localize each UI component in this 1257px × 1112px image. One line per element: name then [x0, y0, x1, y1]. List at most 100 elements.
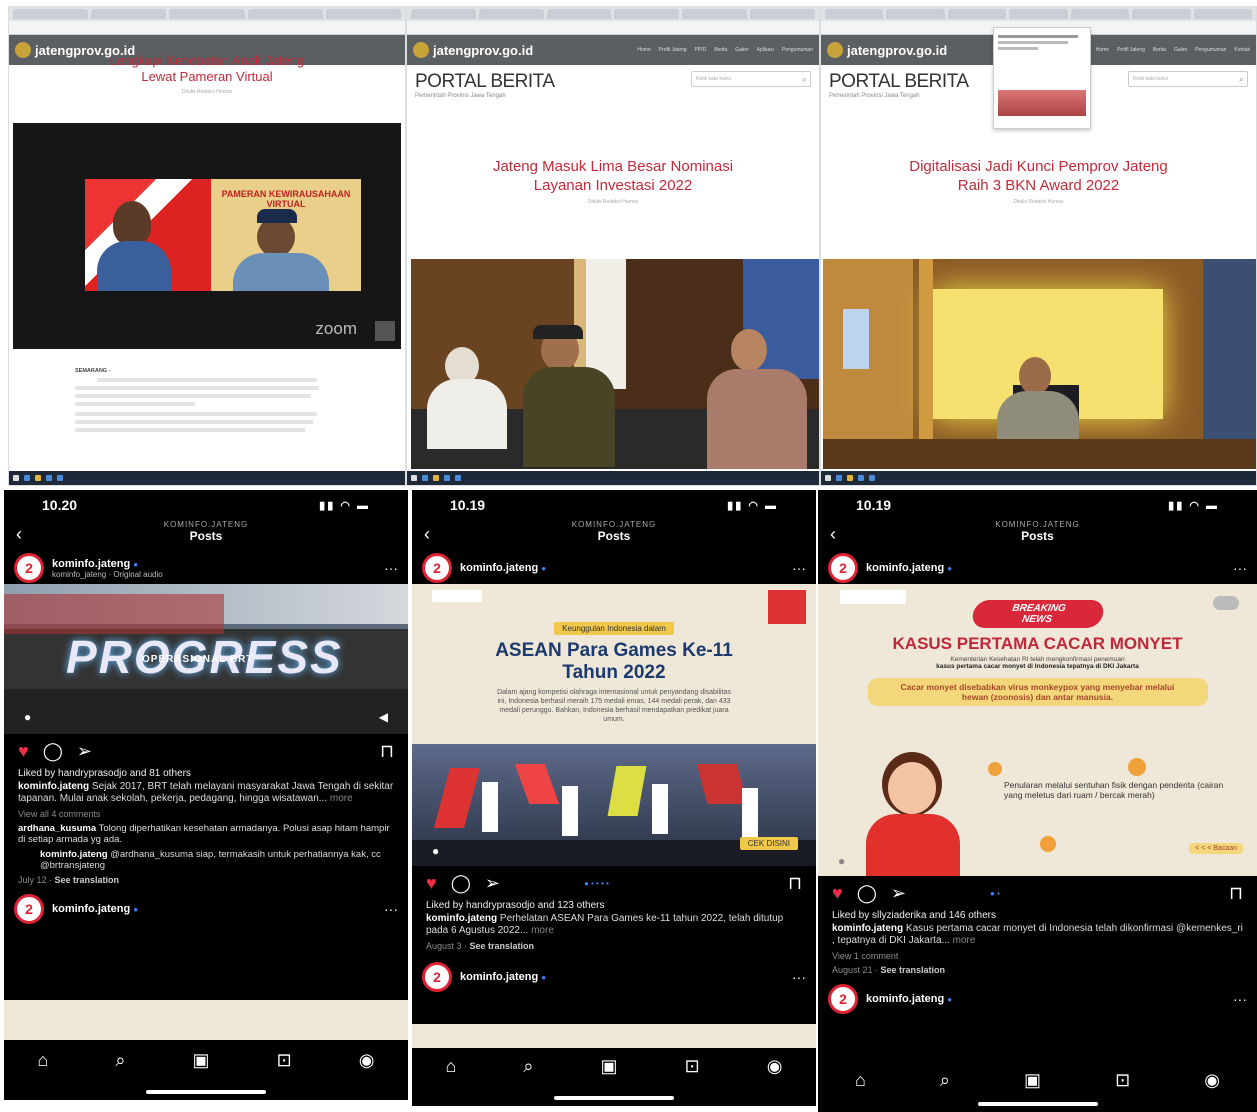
site-logo[interactable]: jatengprov.go.id [413, 42, 533, 58]
poster-read-more[interactable]: < < < Bacaan [1189, 843, 1243, 854]
taskbar-app-icon[interactable] [422, 475, 428, 481]
browser-tab[interactable] [13, 9, 89, 19]
username-text[interactable]: kominfo.jateng [460, 971, 538, 983]
caption-more-link[interactable]: more [330, 793, 353, 804]
nav-home[interactable]: Home [637, 47, 650, 53]
folder-icon[interactable] [35, 475, 41, 481]
home-icon[interactable]: ⌂ [38, 1050, 49, 1071]
reels-icon[interactable]: ▣ [601, 1056, 618, 1077]
heart-icon[interactable]: ♥ [18, 741, 29, 762]
more-icon[interactable]: ··· [384, 560, 398, 576]
next-post-image[interactable] [4, 1000, 408, 1040]
share-icon[interactable]: ➢ [77, 741, 92, 762]
taskbar-app-icon[interactable] [858, 475, 864, 481]
browser-tab[interactable] [91, 9, 167, 19]
audio-label[interactable]: kominfo_jateng · Original audio [52, 570, 163, 579]
comment-username[interactable]: kominfo.jateng [40, 849, 108, 860]
nav-kontak[interactable]: Kontak [1234, 47, 1250, 53]
browser-icon[interactable] [57, 475, 63, 481]
username-text[interactable]: kominfo.jateng [460, 562, 538, 574]
avatar[interactable]: 2 [422, 553, 452, 583]
nav-pengumuman[interactable]: Pengumuman [782, 47, 813, 53]
save-icon[interactable]: ⊓ [380, 741, 394, 762]
poster-cta-button[interactable]: CEK DISINI [739, 837, 798, 850]
caption-more-link[interactable]: more [953, 935, 976, 946]
dropdown-thumbnail[interactable] [998, 90, 1086, 116]
address-bar[interactable] [407, 21, 819, 35]
nav-berita[interactable]: Berita [1153, 47, 1166, 53]
share-icon[interactable]: ➢ [485, 873, 500, 894]
comment-icon[interactable]: ◯ [857, 883, 877, 904]
browser-tab[interactable] [886, 9, 945, 19]
post-username[interactable]: kominfo.jateng ● [52, 903, 138, 915]
search-input[interactable]: Ketik kata kunci ⌕ [1128, 71, 1248, 87]
see-translation-link[interactable]: See translation [55, 875, 120, 885]
back-icon[interactable]: ‹ [424, 524, 430, 545]
save-icon[interactable]: ⊓ [788, 873, 802, 894]
back-icon[interactable]: ‹ [16, 524, 22, 545]
search-icon[interactable]: ⌕ [115, 1050, 125, 1071]
browser-tab[interactable] [614, 9, 680, 19]
avatar[interactable]: 2 [828, 984, 858, 1014]
browser-tab[interactable] [1070, 9, 1130, 19]
reels-icon[interactable]: ▣ [193, 1050, 210, 1071]
nav-pengumuman[interactable]: Pengumuman [1195, 47, 1226, 53]
avatar[interactable]: 2 [828, 553, 858, 583]
search-icon[interactable]: ⌕ [802, 74, 807, 85]
see-translation-link[interactable]: See translation [881, 965, 946, 975]
nav-ppid[interactable]: PPID [695, 47, 707, 53]
home-icon[interactable]: ⌂ [855, 1070, 866, 1091]
heart-icon[interactable]: ♥ [426, 873, 437, 894]
browser-tab[interactable] [1009, 9, 1068, 19]
os-taskbar[interactable] [407, 471, 819, 485]
folder-icon[interactable] [847, 475, 853, 481]
taskbar-app-icon[interactable] [24, 475, 30, 481]
nav-aplikasi[interactable]: Aplikasi [757, 47, 774, 53]
post-image[interactable]: Keunggulan Indonesia dalam ASEAN Para Ga… [412, 584, 816, 866]
caption-username[interactable]: kominfo.jateng [426, 913, 497, 924]
username-text[interactable]: kominfo.jateng [52, 903, 130, 915]
caption-username[interactable]: kominfo.jateng [832, 923, 903, 934]
nav-profil[interactable]: Profil Jateng [659, 47, 687, 53]
mute-icon[interactable]: ◀ [379, 710, 388, 724]
search-icon[interactable]: ⌕ [1239, 74, 1244, 85]
post-username[interactable]: kominfo.jateng ● [460, 562, 546, 574]
browser-tab[interactable] [825, 9, 884, 19]
dropdown-popup[interactable] [993, 27, 1091, 129]
user-tag-icon[interactable]: ● [838, 854, 845, 868]
back-icon[interactable]: ‹ [830, 524, 836, 545]
os-taskbar[interactable] [821, 471, 1256, 485]
next-post-image[interactable] [412, 1024, 816, 1048]
user-tag-icon[interactable]: ● [432, 844, 439, 858]
share-icon[interactable]: ➢ [891, 883, 906, 904]
comment-icon[interactable]: ◯ [43, 741, 63, 762]
folder-icon[interactable] [433, 475, 439, 481]
taskbar-app-icon[interactable] [46, 475, 52, 481]
browser-tab[interactable] [478, 9, 544, 19]
tab-strip[interactable] [9, 7, 405, 21]
post-username[interactable]: kominfo.jateng ● [866, 562, 952, 574]
browser-icon[interactable] [455, 475, 461, 481]
liked-by[interactable]: Liked by handryprasodjo and 123 others [412, 900, 816, 911]
more-icon[interactable]: ··· [1233, 560, 1247, 576]
avatar[interactable]: 2 [422, 962, 452, 992]
browser-tab[interactable] [546, 9, 612, 19]
username-text[interactable]: kominfo.jateng [52, 558, 130, 570]
browser-tab[interactable] [750, 9, 815, 19]
taskbar-app-icon[interactable] [444, 475, 450, 481]
comment-icon[interactable]: ◯ [451, 873, 471, 894]
nav-home[interactable]: Home [1096, 47, 1109, 53]
tab-strip[interactable] [821, 7, 1256, 21]
browser-tab[interactable] [169, 9, 245, 19]
view-comments-link[interactable]: View 1 comment [818, 949, 1257, 963]
browser-tab[interactable] [247, 9, 323, 19]
start-icon[interactable] [411, 475, 417, 481]
shop-icon[interactable]: ⊡ [1115, 1070, 1130, 1091]
more-icon[interactable]: ··· [1233, 991, 1247, 1007]
profile-icon[interactable]: ◉ [359, 1050, 375, 1071]
comment-username[interactable]: ardhana_kusuma [18, 823, 96, 834]
username-text[interactable]: kominfo.jateng [866, 993, 944, 1005]
tab-strip[interactable] [407, 7, 819, 21]
search-input[interactable]: Ketik kata kunci ⌕ [691, 71, 811, 87]
save-icon[interactable]: ⊓ [1229, 883, 1243, 904]
